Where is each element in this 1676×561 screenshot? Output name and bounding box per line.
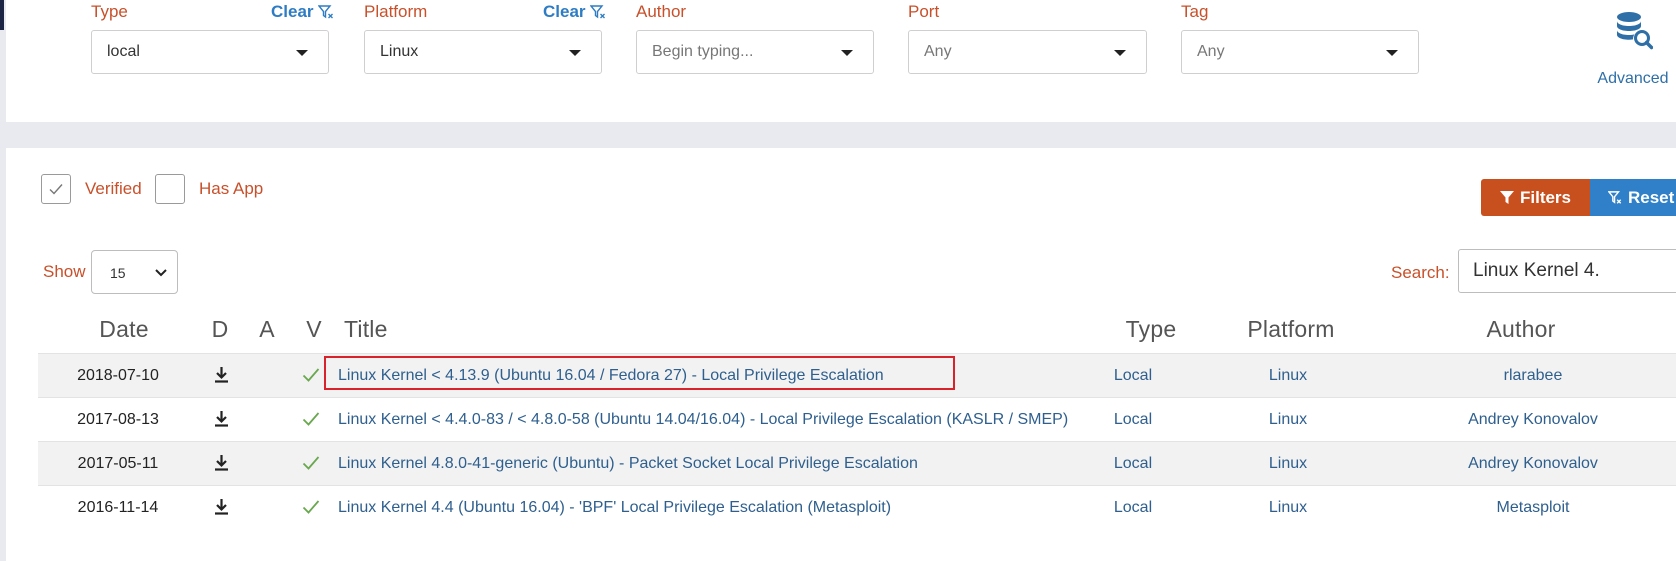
row-platform: Linux (1268, 499, 1308, 516)
platform-clear-label: Clear (543, 2, 586, 21)
show-label: Show (43, 262, 86, 281)
caret-down-icon (1386, 50, 1398, 56)
column-header-author[interactable]: Author (1386, 316, 1656, 343)
table-row: 2017-08-13 Linux Kernel < 4.4.0-83 / < 4… (38, 397, 1676, 441)
exploit-title-link[interactable]: Linux Kernel 4.4 (Ubuntu 16.04) - 'BPF' … (338, 499, 891, 517)
row-platform: Linux (1268, 367, 1308, 384)
column-header-type[interactable]: Type (1096, 316, 1206, 343)
column-header-verified[interactable]: V (299, 316, 329, 343)
window-edge (0, 0, 4, 30)
row-author-link[interactable]: Andrey Konovalov (1383, 411, 1676, 429)
port-select-value: Any (924, 43, 952, 60)
filters-button[interactable]: Filters (1481, 179, 1590, 216)
platform-clear-button[interactable]: Clear (543, 2, 606, 22)
row-type: Local (1113, 499, 1153, 516)
row-author-link[interactable]: Metasploit (1383, 499, 1676, 517)
verified-check-icon (296, 411, 326, 432)
row-date: 2018-07-10 (77, 367, 159, 384)
type-select-value: local (107, 43, 140, 60)
has-app-label: Has App (199, 179, 264, 198)
filter-clear-icon (589, 5, 605, 19)
row-author-link[interactable]: rlarabee (1383, 367, 1676, 385)
row-type: Local (1113, 367, 1153, 384)
tag-filter-label: Tag (1181, 2, 1209, 21)
platform-select[interactable]: Linux (364, 30, 602, 74)
has-app-checkbox[interactable]: Has App (155, 174, 263, 204)
platform-filter-label: Platform (364, 2, 428, 21)
tag-select-value: Any (1197, 43, 1225, 60)
download-icon[interactable] (206, 498, 236, 520)
tag-select[interactable]: Any (1181, 30, 1419, 74)
advanced-label: Advanced (1597, 70, 1669, 87)
platform-select-value: Linux (380, 43, 419, 60)
exploit-title-link[interactable]: Linux Kernel < 4.13.9 (Ubuntu 16.04 / Fe… (338, 367, 884, 385)
verified-checkbox[interactable]: Verified (41, 174, 142, 204)
type-filter-label: Type (91, 2, 128, 21)
reset-button-label: Reset (1628, 187, 1675, 207)
column-header-title[interactable]: Title (344, 316, 388, 343)
caret-down-icon (296, 50, 308, 56)
download-icon[interactable] (206, 454, 236, 476)
search-label: Search: (1391, 263, 1450, 282)
type-clear-button[interactable]: Clear (271, 2, 334, 22)
filter-clear-icon (317, 5, 333, 19)
exploit-title-link[interactable]: Linux Kernel 4.8.0-41-generic (Ubuntu) -… (338, 455, 918, 473)
caret-down-icon (841, 50, 853, 56)
column-header-platform[interactable]: Platform (1216, 316, 1366, 343)
download-icon[interactable] (206, 366, 236, 388)
verified-label: Verified (85, 179, 142, 198)
chevron-down-icon (155, 269, 167, 277)
advanced-search-button[interactable]: Advanced (1588, 10, 1676, 88)
filters-button-label: Filters (1519, 187, 1572, 207)
search-input[interactable] (1458, 249, 1676, 293)
database-search-icon (1617, 12, 1653, 50)
author-select-placeholder: Begin typing... (652, 43, 754, 60)
filter-icon (1499, 190, 1514, 204)
verified-check-icon (296, 367, 326, 388)
row-type: Local (1113, 411, 1153, 428)
row-platform: Linux (1268, 455, 1308, 472)
port-filter-label: Port (908, 2, 940, 21)
table-row: 2016-11-14 Linux Kernel 4.4 (Ubuntu 16.0… (38, 485, 1676, 529)
download-icon[interactable] (206, 410, 236, 432)
verified-check-icon (296, 455, 326, 476)
type-clear-label: Clear (271, 2, 314, 21)
verified-check-icon (296, 499, 326, 520)
table-row: 2018-07-10 Linux Kernel < 4.13.9 (Ubuntu… (38, 353, 1676, 397)
filter-panel: Type Clear local Platform Clear Linux Au… (6, 0, 1676, 122)
row-type: Local (1113, 455, 1153, 472)
type-select[interactable]: local (91, 30, 329, 74)
page-size-value: 15 (110, 265, 126, 281)
row-platform: Linux (1268, 411, 1308, 428)
reset-button[interactable]: Reset (1590, 179, 1676, 216)
author-select[interactable]: Begin typing... (636, 30, 874, 74)
caret-down-icon (1114, 50, 1126, 56)
filter-clear-icon (1608, 190, 1622, 204)
author-filter-label: Author (636, 2, 687, 21)
table-row: 2017-05-11 Linux Kernel 4.8.0-41-generic… (38, 441, 1676, 485)
has-app-checkbox-box[interactable] (155, 174, 185, 204)
row-date: 2017-05-11 (77, 455, 159, 472)
verified-checkbox-box[interactable] (41, 174, 71, 204)
column-header-app[interactable]: A (252, 316, 282, 343)
port-select[interactable]: Any (908, 30, 1147, 74)
caret-down-icon (569, 50, 581, 56)
column-header-date[interactable]: Date (74, 316, 174, 343)
checkmark-icon (49, 184, 63, 195)
page-size-select[interactable]: 15 (91, 250, 178, 294)
row-date: 2016-11-14 (77, 499, 159, 516)
column-header-download[interactable]: D (205, 316, 235, 343)
exploit-title-link[interactable]: Linux Kernel < 4.4.0-83 / < 4.8.0-58 (Ub… (338, 411, 1068, 429)
row-author-link[interactable]: Andrey Konovalov (1383, 455, 1676, 473)
row-date: 2017-08-13 (77, 411, 159, 428)
